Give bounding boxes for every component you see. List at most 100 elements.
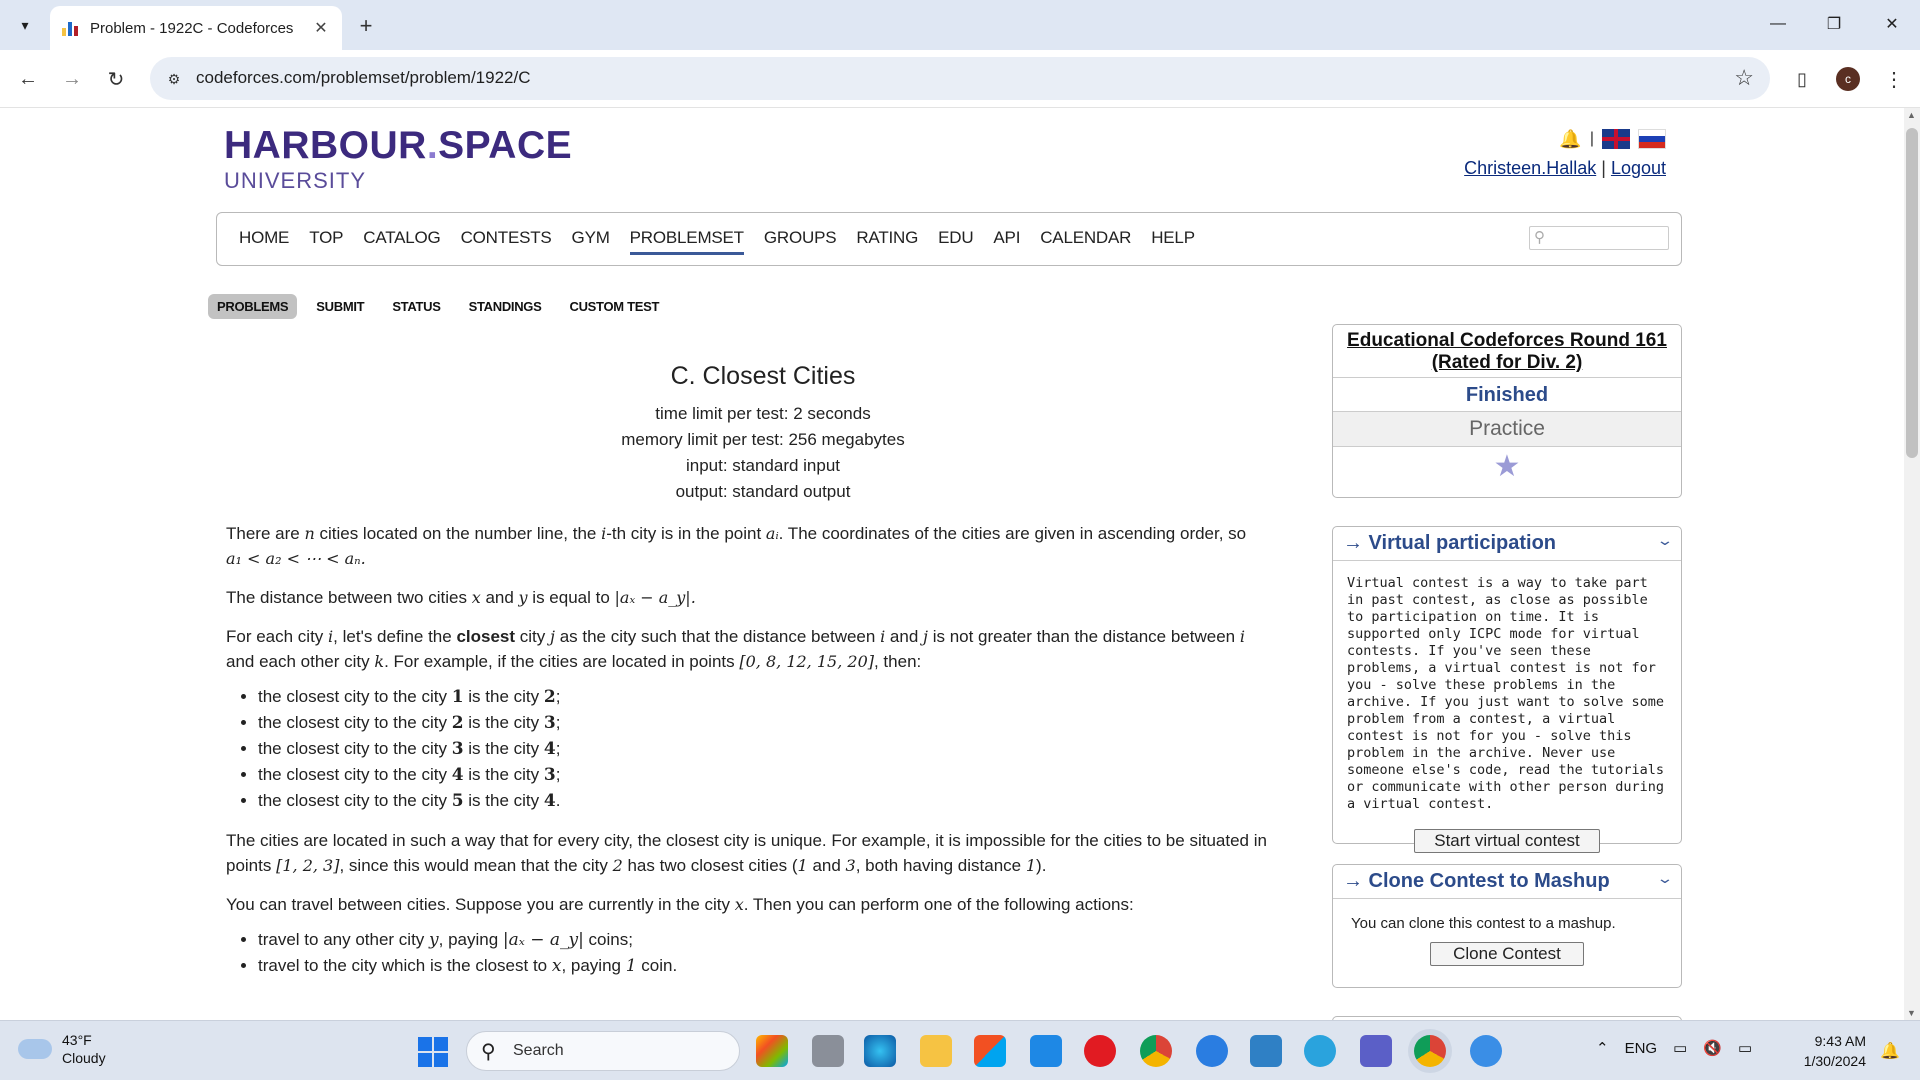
notification-bell-icon[interactable]: 🔔 (1559, 129, 1581, 150)
tray-overflow-chevron-icon[interactable]: ⌃ (1596, 1039, 1609, 1057)
scrollbar-thumb[interactable] (1906, 128, 1918, 458)
user-links: Christeen.Hallak | Logout (1464, 158, 1666, 179)
chevron-down-icon[interactable]: ⌄ (1656, 532, 1674, 549)
closest-cities-example-list: the closest city to the city 1 is the ci… (226, 684, 1300, 814)
notification-bell-icon[interactable]: 🔔 (1880, 1041, 1900, 1061)
menu-home[interactable]: HOME (239, 228, 289, 255)
page-scrollbar[interactable]: ▲ ▼ (1904, 108, 1920, 1020)
username-link[interactable]: Christeen.Hallak (1464, 158, 1596, 178)
close-window-icon[interactable]: ✕ (1872, 8, 1912, 40)
menu-catalog[interactable]: CATALOG (363, 228, 441, 255)
input-language[interactable]: ENG (1625, 1040, 1658, 1057)
battery-icon[interactable]: ▭ (1738, 1039, 1752, 1057)
forward-arrow-icon[interactable]: → (56, 63, 88, 95)
subnav-standings[interactable]: STANDINGS (460, 294, 551, 319)
weather-text: 43°F Cloudy (62, 1031, 106, 1067)
back-arrow-icon[interactable]: ← (12, 63, 44, 95)
virtual-participation-text: Virtual contest is a way to take part in… (1347, 575, 1664, 812)
statement-paragraph-4: The cities are located in such a way tha… (226, 831, 1267, 875)
list-item: travel to any other city y, paying |aₓ −… (258, 927, 1300, 953)
browser-tab-strip: ▾ Problem - 1922C - Codeforces ✕ + — ❐ ✕ (0, 0, 1920, 50)
security-app-icon[interactable] (1470, 1035, 1502, 1067)
browser-tab-active[interactable]: Problem - 1922C - Codeforces ✕ (50, 6, 342, 50)
teams-icon[interactable] (1360, 1035, 1392, 1067)
menu-calendar[interactable]: CALENDAR (1040, 228, 1131, 255)
edge-browser-icon[interactable] (864, 1035, 896, 1067)
problem-subnav: PROBLEMS SUBMIT STATUS STANDINGS CUSTOM … (208, 294, 668, 319)
start-virtual-contest-button[interactable]: Start virtual contest (1414, 829, 1600, 853)
new-tab-plus-icon[interactable]: + (352, 12, 380, 40)
logout-link[interactable]: Logout (1611, 158, 1666, 178)
scroll-up-arrow-icon[interactable]: ▲ (1907, 110, 1916, 120)
subnav-submit[interactable]: SUBMIT (307, 294, 373, 319)
mail-icon[interactable] (1030, 1035, 1062, 1067)
menu-groups[interactable]: GROUPS (764, 228, 837, 255)
profile-avatar[interactable]: c (1836, 67, 1860, 91)
weather-condition: Cloudy (62, 1050, 106, 1066)
clone-contest-header[interactable]: → Clone Contest to Mashup ⌄ (1333, 865, 1681, 899)
microsoft-store-icon[interactable] (974, 1035, 1006, 1067)
chevron-down-icon[interactable]: ⌄ (1656, 870, 1674, 887)
more-menu-icon[interactable]: ⋮ (1878, 63, 1910, 95)
taskbar-clock[interactable]: 9:43 AM 1/30/2024 (1804, 1031, 1866, 1071)
problem-limits: time limit per test: 2 seconds memory li… (226, 401, 1300, 505)
windows-start-icon[interactable] (418, 1037, 448, 1067)
menu-api[interactable]: API (993, 228, 1020, 255)
lang-separator: | (1589, 130, 1594, 147)
menu-rating[interactable]: RATING (856, 228, 918, 255)
time-limit: time limit per test: 2 seconds (655, 404, 871, 423)
clock-time: 9:43 AM (1814, 1033, 1866, 1049)
clone-contest-button[interactable]: Clone Contest (1430, 942, 1584, 966)
menu-contests[interactable]: CONTESTS (461, 228, 552, 255)
subnav-status[interactable]: STATUS (383, 294, 449, 319)
english-flag-icon[interactable] (1602, 129, 1630, 149)
contest-title-link[interactable]: Educational Codeforces Round 161 (Rated … (1333, 325, 1681, 378)
statement-paragraph-3: For each city i, let's define the closes… (226, 627, 1245, 671)
site-info-icon[interactable]: ⚙ (164, 69, 184, 89)
list-item: travel to the city which is the closest … (258, 953, 1300, 979)
contest-practice-link[interactable]: Practice (1333, 412, 1681, 447)
virtual-participation-header[interactable]: → Virtual participation ⌄ (1333, 527, 1681, 561)
language-selector: 🔔 | (1464, 128, 1666, 150)
taskbar-search-box[interactable]: ⚲ Search (466, 1031, 740, 1071)
chrome-icon[interactable] (1140, 1035, 1172, 1067)
tab-search-chevron-icon[interactable]: ▾ (10, 10, 40, 40)
reload-icon[interactable]: ↻ (100, 63, 132, 95)
scroll-down-arrow-icon[interactable]: ▼ (1907, 1008, 1916, 1018)
url-text[interactable]: codeforces.com/problemset/problem/1922/C (196, 68, 531, 88)
subnav-custom-test[interactable]: CUSTOM TEST (561, 294, 669, 319)
network-icon[interactable]: ▭ (1673, 1039, 1687, 1057)
menu-gym[interactable]: GYM (572, 228, 610, 255)
copilot-app-icon[interactable] (756, 1035, 788, 1067)
app-store-icon[interactable] (1196, 1035, 1228, 1067)
site-search-input[interactable]: ⚲ (1529, 226, 1669, 250)
minimize-window-icon[interactable]: — (1758, 8, 1798, 40)
clock-date: 1/30/2024 (1803, 1053, 1866, 1069)
telegram-icon[interactable] (1304, 1035, 1336, 1067)
menu-top[interactable]: TOP (309, 228, 343, 255)
opera-browser-icon[interactable] (1084, 1035, 1116, 1067)
side-panel-icon[interactable]: ▯ (1786, 63, 1818, 95)
weather-widget[interactable]: 43°F Cloudy (18, 1031, 106, 1067)
volume-muted-icon[interactable]: 🔇 (1703, 1039, 1722, 1057)
logo-subtitle: UNIVERSITY (224, 168, 367, 193)
address-bar[interactable]: ⚙ codeforces.com/problemset/problem/1922… (150, 57, 1770, 100)
bookmark-star-icon[interactable]: ☆ (1734, 65, 1754, 91)
close-tab-icon[interactable]: ✕ (310, 17, 332, 39)
virtual-participation-title: → Virtual participation (1343, 532, 1556, 554)
menu-problemset[interactable]: PROBLEMSET (629, 228, 744, 255)
browser-toolbar: ← → ↻ ⚙ codeforces.com/problemset/proble… (0, 50, 1920, 108)
russian-flag-icon[interactable] (1638, 129, 1666, 149)
task-view-icon[interactable] (812, 1035, 844, 1067)
chrome-active-icon[interactable] (1414, 1035, 1446, 1067)
list-item: the closest city to the city 2 is the ci… (258, 710, 1300, 736)
menu-edu[interactable]: EDU (938, 228, 973, 255)
vscode-icon[interactable] (1250, 1035, 1282, 1067)
harbour-space-logo[interactable]: HARBOUR.SPACE UNIVERSITY (224, 126, 572, 194)
menu-help[interactable]: HELP (1151, 228, 1195, 255)
logo-wordmark: HARBOUR.SPACE (224, 124, 573, 167)
subnav-problems[interactable]: PROBLEMS (208, 294, 298, 319)
restore-window-icon[interactable]: ❐ (1814, 8, 1854, 40)
file-explorer-icon[interactable] (920, 1035, 952, 1067)
favourite-star-icon[interactable]: ★ (1333, 447, 1681, 486)
